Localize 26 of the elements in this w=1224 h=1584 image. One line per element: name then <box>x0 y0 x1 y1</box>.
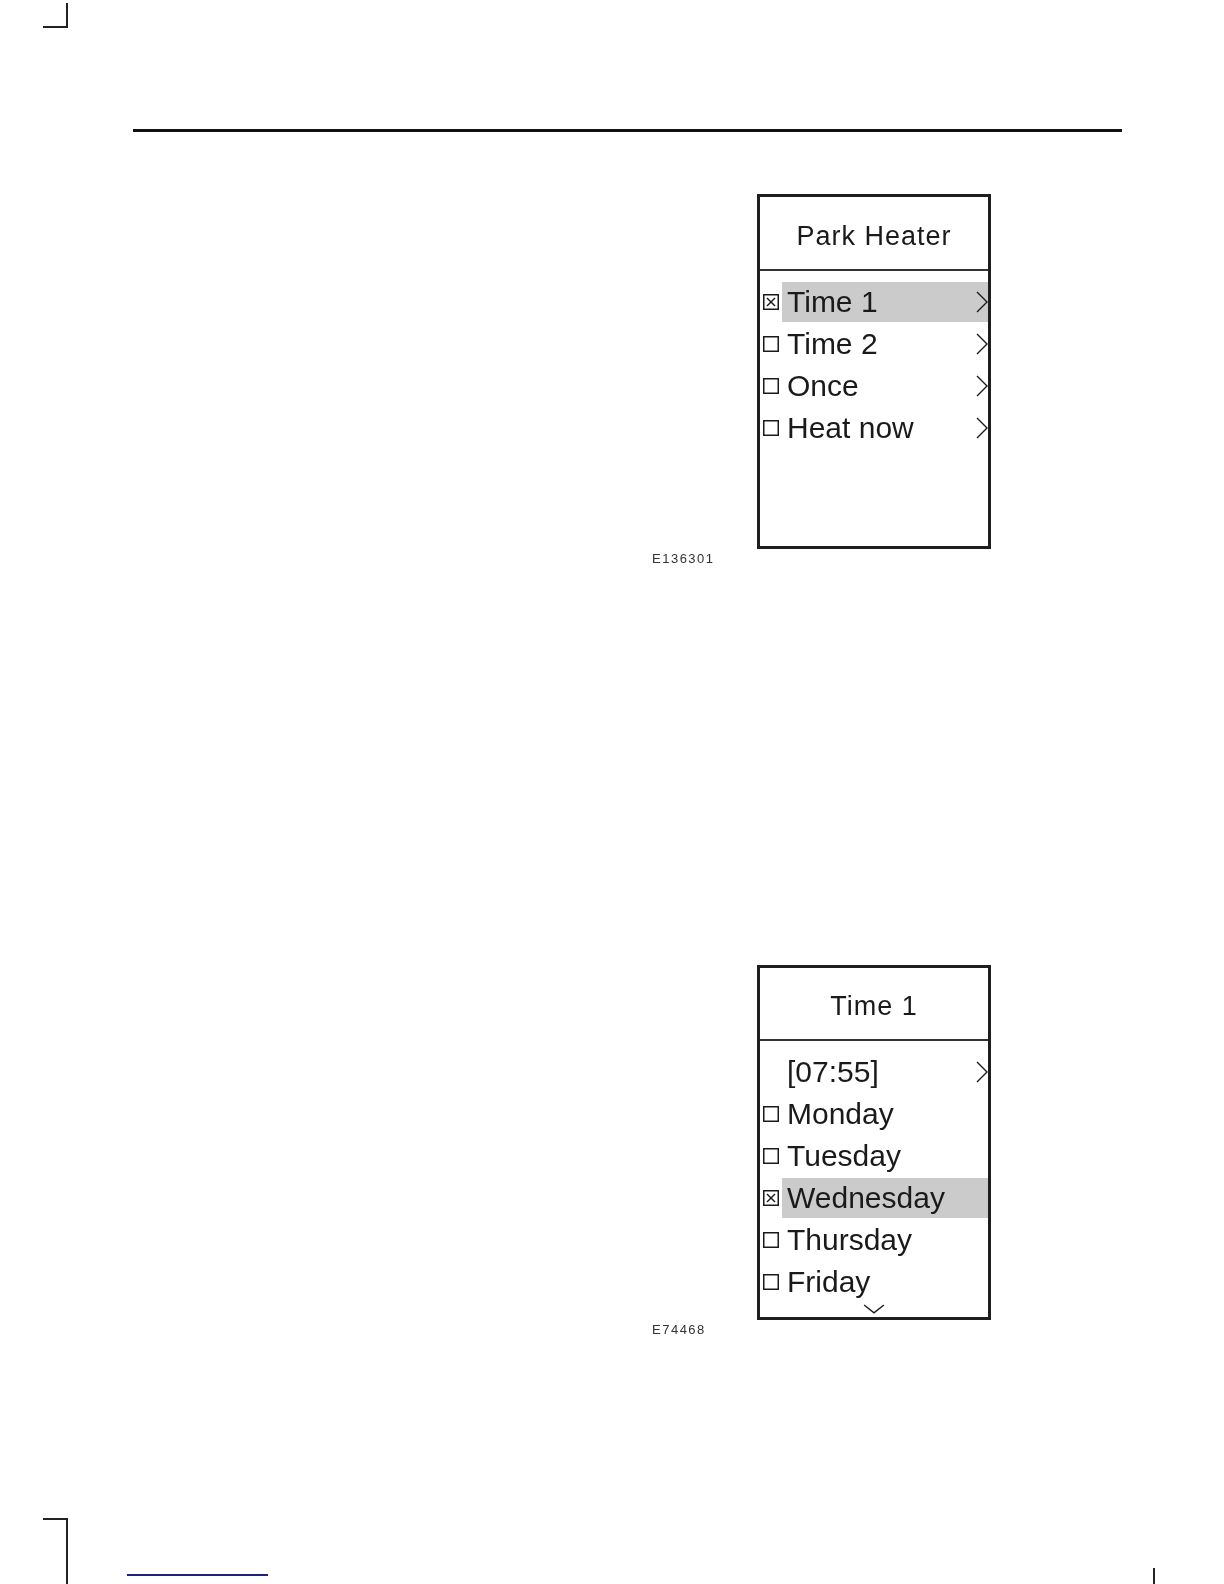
figure-code: E136301 <box>652 551 715 567</box>
checkbox[interactable] <box>763 378 779 394</box>
menu-item[interactable]: [07:55] <box>782 1052 988 1093</box>
figure-code: E74468 <box>652 1322 706 1338</box>
screen-title: Time 1 <box>760 968 988 1042</box>
checkbox[interactable] <box>763 294 779 310</box>
menu-item[interactable]: Thursday <box>782 1220 988 1261</box>
checkbox[interactable] <box>763 1190 779 1207</box>
checkbox[interactable] <box>763 420 779 436</box>
checkbox[interactable] <box>763 1232 779 1249</box>
crop-mark <box>1153 1568 1155 1584</box>
menu-item[interactable]: Friday <box>782 1262 988 1303</box>
menu-item[interactable]: Time 2 <box>782 324 988 364</box>
menu-item[interactable]: Monday <box>782 1094 988 1135</box>
crop-mark <box>43 3 68 28</box>
menu-item[interactable]: Time 1 <box>782 282 988 322</box>
checkbox[interactable] <box>763 336 779 352</box>
menu-item[interactable]: Tuesday <box>782 1136 988 1177</box>
screen-title: Park Heater <box>760 197 988 271</box>
menu-item[interactable]: Heat now <box>782 408 988 448</box>
menu-item[interactable]: Once <box>782 366 988 406</box>
checkbox[interactable] <box>763 1274 779 1291</box>
checkbox[interactable] <box>763 1148 779 1165</box>
menu-item[interactable]: Wednesday <box>782 1178 988 1219</box>
crop-mark <box>43 1518 68 1584</box>
checkbox[interactable] <box>763 1106 779 1123</box>
